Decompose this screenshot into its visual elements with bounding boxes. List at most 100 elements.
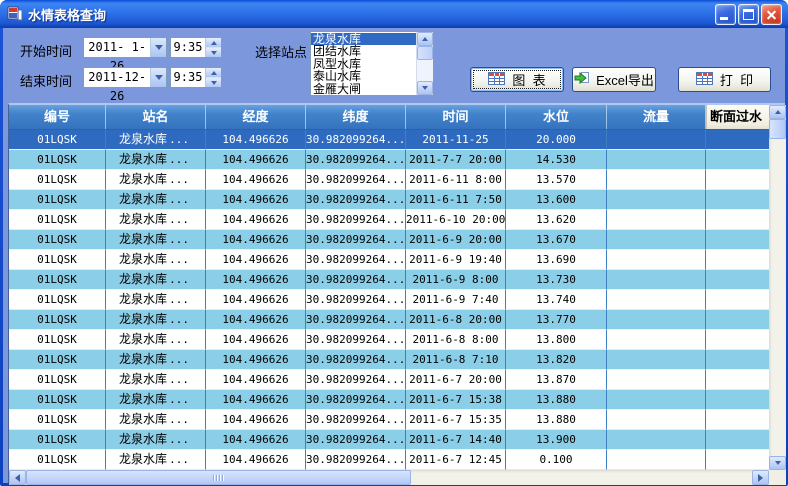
scroll-down-button[interactable] (769, 456, 786, 470)
table-cell: 01LQSK (9, 390, 106, 410)
table-row[interactable]: 01LQSK龙泉水库...104.49662630.982099264...20… (9, 310, 769, 330)
table-row[interactable]: 01LQSK龙泉水库...104.49662630.982099264...20… (9, 250, 769, 270)
excel-export-button[interactable]: Excel导出 (572, 67, 656, 92)
column-header[interactable]: 纬度 (306, 105, 406, 129)
table-row[interactable]: 01LQSK龙泉水库...104.49662630.982099264...20… (9, 270, 769, 290)
table-cell: 13.820 (506, 350, 607, 370)
minimize-icon (720, 17, 728, 20)
table-row[interactable]: 01LQSK龙泉水库...104.49662630.982099264...20… (9, 430, 769, 450)
station-option[interactable]: 金雁大闸 (311, 83, 416, 95)
table-cell (706, 450, 769, 470)
table-cell: 104.496626 (206, 350, 306, 370)
spin-down-button[interactable] (206, 48, 221, 57)
table-row[interactable]: 01LQSK龙泉水库...104.49662630.982099264...20… (9, 210, 769, 230)
table-row[interactable]: 01LQSK龙泉水库...104.49662630.982099264...20… (9, 330, 769, 350)
table-row[interactable]: 01LQSK龙泉水库...104.49662630.982099264...20… (9, 410, 769, 430)
scroll-left-button[interactable] (9, 470, 26, 485)
spin-up-button[interactable] (206, 68, 221, 78)
table-cell: 30.982099264... (306, 150, 406, 170)
end-time-value: 9:35 (171, 68, 205, 87)
start-time-spinner[interactable]: 9:35 (170, 37, 222, 58)
station-select-label: 选择站点 (255, 42, 307, 61)
table-cell: 龙泉水库... (106, 350, 206, 370)
table-cell (607, 270, 706, 290)
table-cell: 30.982099264... (306, 170, 406, 190)
table-cell: 2011-11-25 (406, 130, 506, 150)
table-cell: 龙泉水库... (106, 210, 206, 230)
data-grid: 编号站名经度纬度时间水位流量断面过水 01LQSK龙泉水库...104.4966… (8, 103, 785, 483)
table-cell: 104.496626 (206, 270, 306, 290)
table-cell: 104.496626 (206, 290, 306, 310)
table-cell: 13.740 (506, 290, 607, 310)
table-row[interactable]: 01LQSK龙泉水库...104.49662630.982099264...20… (9, 370, 769, 390)
table-cell: 104.496626 (206, 190, 306, 210)
minimize-button[interactable] (715, 4, 736, 25)
horizontal-scrollbar[interactable] (9, 470, 769, 485)
column-header[interactable]: 水位 (506, 105, 607, 129)
scrollbar-thumb[interactable] (417, 46, 433, 60)
spin-up-button[interactable] (206, 38, 221, 48)
table-cell: 01LQSK (9, 230, 106, 250)
table-cell: 13.800 (506, 330, 607, 350)
spin-down-button[interactable] (206, 78, 221, 87)
chart-button[interactable]: 图 表 (470, 67, 564, 92)
station-listbox[interactable]: 龙泉水库团结水库凤型水库泰山水库金雁大闸 (310, 31, 434, 96)
table-row[interactable]: 01LQSK龙泉水库...104.49662630.982099264...20… (9, 150, 769, 170)
table-row[interactable]: 01LQSK龙泉水库...104.49662630.982099264...20… (9, 390, 769, 410)
table-row[interactable]: 01LQSK龙泉水库...104.49662630.982099264...20… (9, 290, 769, 310)
table-cell: 30.982099264... (306, 190, 406, 210)
table-body: 01LQSK龙泉水库...104.49662630.982099264...20… (9, 130, 769, 470)
table-cell: 30.982099264... (306, 330, 406, 350)
end-time-spinner[interactable]: 9:35 (170, 67, 222, 88)
table-cell: 30.982099264... (306, 450, 406, 470)
end-date-dropdown-button[interactable] (150, 68, 166, 87)
table-row[interactable]: 01LQSK龙泉水库...104.49662630.982099264...20… (9, 230, 769, 250)
scrollbar-thumb[interactable] (769, 119, 786, 139)
chevron-down-icon (211, 51, 217, 55)
end-date-picker[interactable]: 2011-12-26 (83, 67, 167, 88)
table-row[interactable]: 01LQSK龙泉水库...104.49662630.982099264...20… (9, 190, 769, 210)
column-header[interactable]: 经度 (206, 105, 306, 129)
station-option[interactable]: 泰山水库 (311, 70, 416, 82)
station-option[interactable]: 团结水库 (311, 45, 416, 57)
vertical-scrollbar[interactable] (769, 105, 786, 470)
table-cell: 104.496626 (206, 370, 306, 390)
close-button[interactable] (761, 4, 782, 25)
start-date-picker[interactable]: 2011- 1-26 (83, 37, 167, 58)
listbox-scrollbar[interactable] (416, 32, 433, 95)
table-cell (706, 330, 769, 350)
table-row[interactable]: 01LQSK龙泉水库...104.49662630.982099264...20… (9, 170, 769, 190)
scroll-down-button[interactable] (417, 81, 433, 95)
maximize-button[interactable] (738, 4, 759, 25)
table-row[interactable]: 01LQSK龙泉水库...104.49662630.982099264...20… (9, 350, 769, 370)
table-cell: 2011-6-9 8:00 (406, 270, 506, 290)
scroll-up-button[interactable] (417, 32, 433, 46)
table-cell: 104.496626 (206, 410, 306, 430)
table-cell (706, 350, 769, 370)
table-cell (706, 190, 769, 210)
column-header[interactable]: 断面过水 (706, 105, 769, 129)
table-cell (607, 150, 706, 170)
table-chart-icon (488, 72, 505, 88)
table-cell: 30.982099264... (306, 430, 406, 450)
table-row[interactable]: 01LQSK龙泉水库...104.49662630.982099264...20… (9, 130, 769, 150)
table-cell (607, 190, 706, 210)
table-cell: 104.496626 (206, 450, 306, 470)
end-time-label: 结束时间 (20, 71, 72, 90)
print-button[interactable]: 打 印 (678, 67, 771, 92)
table-row[interactable]: 01LQSK龙泉水库...104.49662630.982099264...20… (9, 450, 769, 470)
scrollbar-thumb[interactable] (26, 470, 411, 485)
table-cell: 龙泉水库... (106, 430, 206, 450)
column-header[interactable]: 编号 (9, 105, 106, 129)
table-cell (706, 370, 769, 390)
table-cell: 龙泉水库... (106, 270, 206, 290)
table-cell: 104.496626 (206, 150, 306, 170)
form-client-area: 开始时间 2011- 1-26 9:35 结束时间 2011-12-26 9:3… (3, 28, 785, 483)
column-header[interactable]: 站名 (106, 105, 206, 129)
start-date-dropdown-button[interactable] (150, 38, 166, 57)
scroll-right-button[interactable] (752, 470, 769, 485)
scroll-up-button[interactable] (769, 105, 786, 119)
column-header[interactable]: 时间 (406, 105, 506, 129)
column-header[interactable]: 流量 (607, 105, 706, 129)
table-cell: 龙泉水库... (106, 310, 206, 330)
